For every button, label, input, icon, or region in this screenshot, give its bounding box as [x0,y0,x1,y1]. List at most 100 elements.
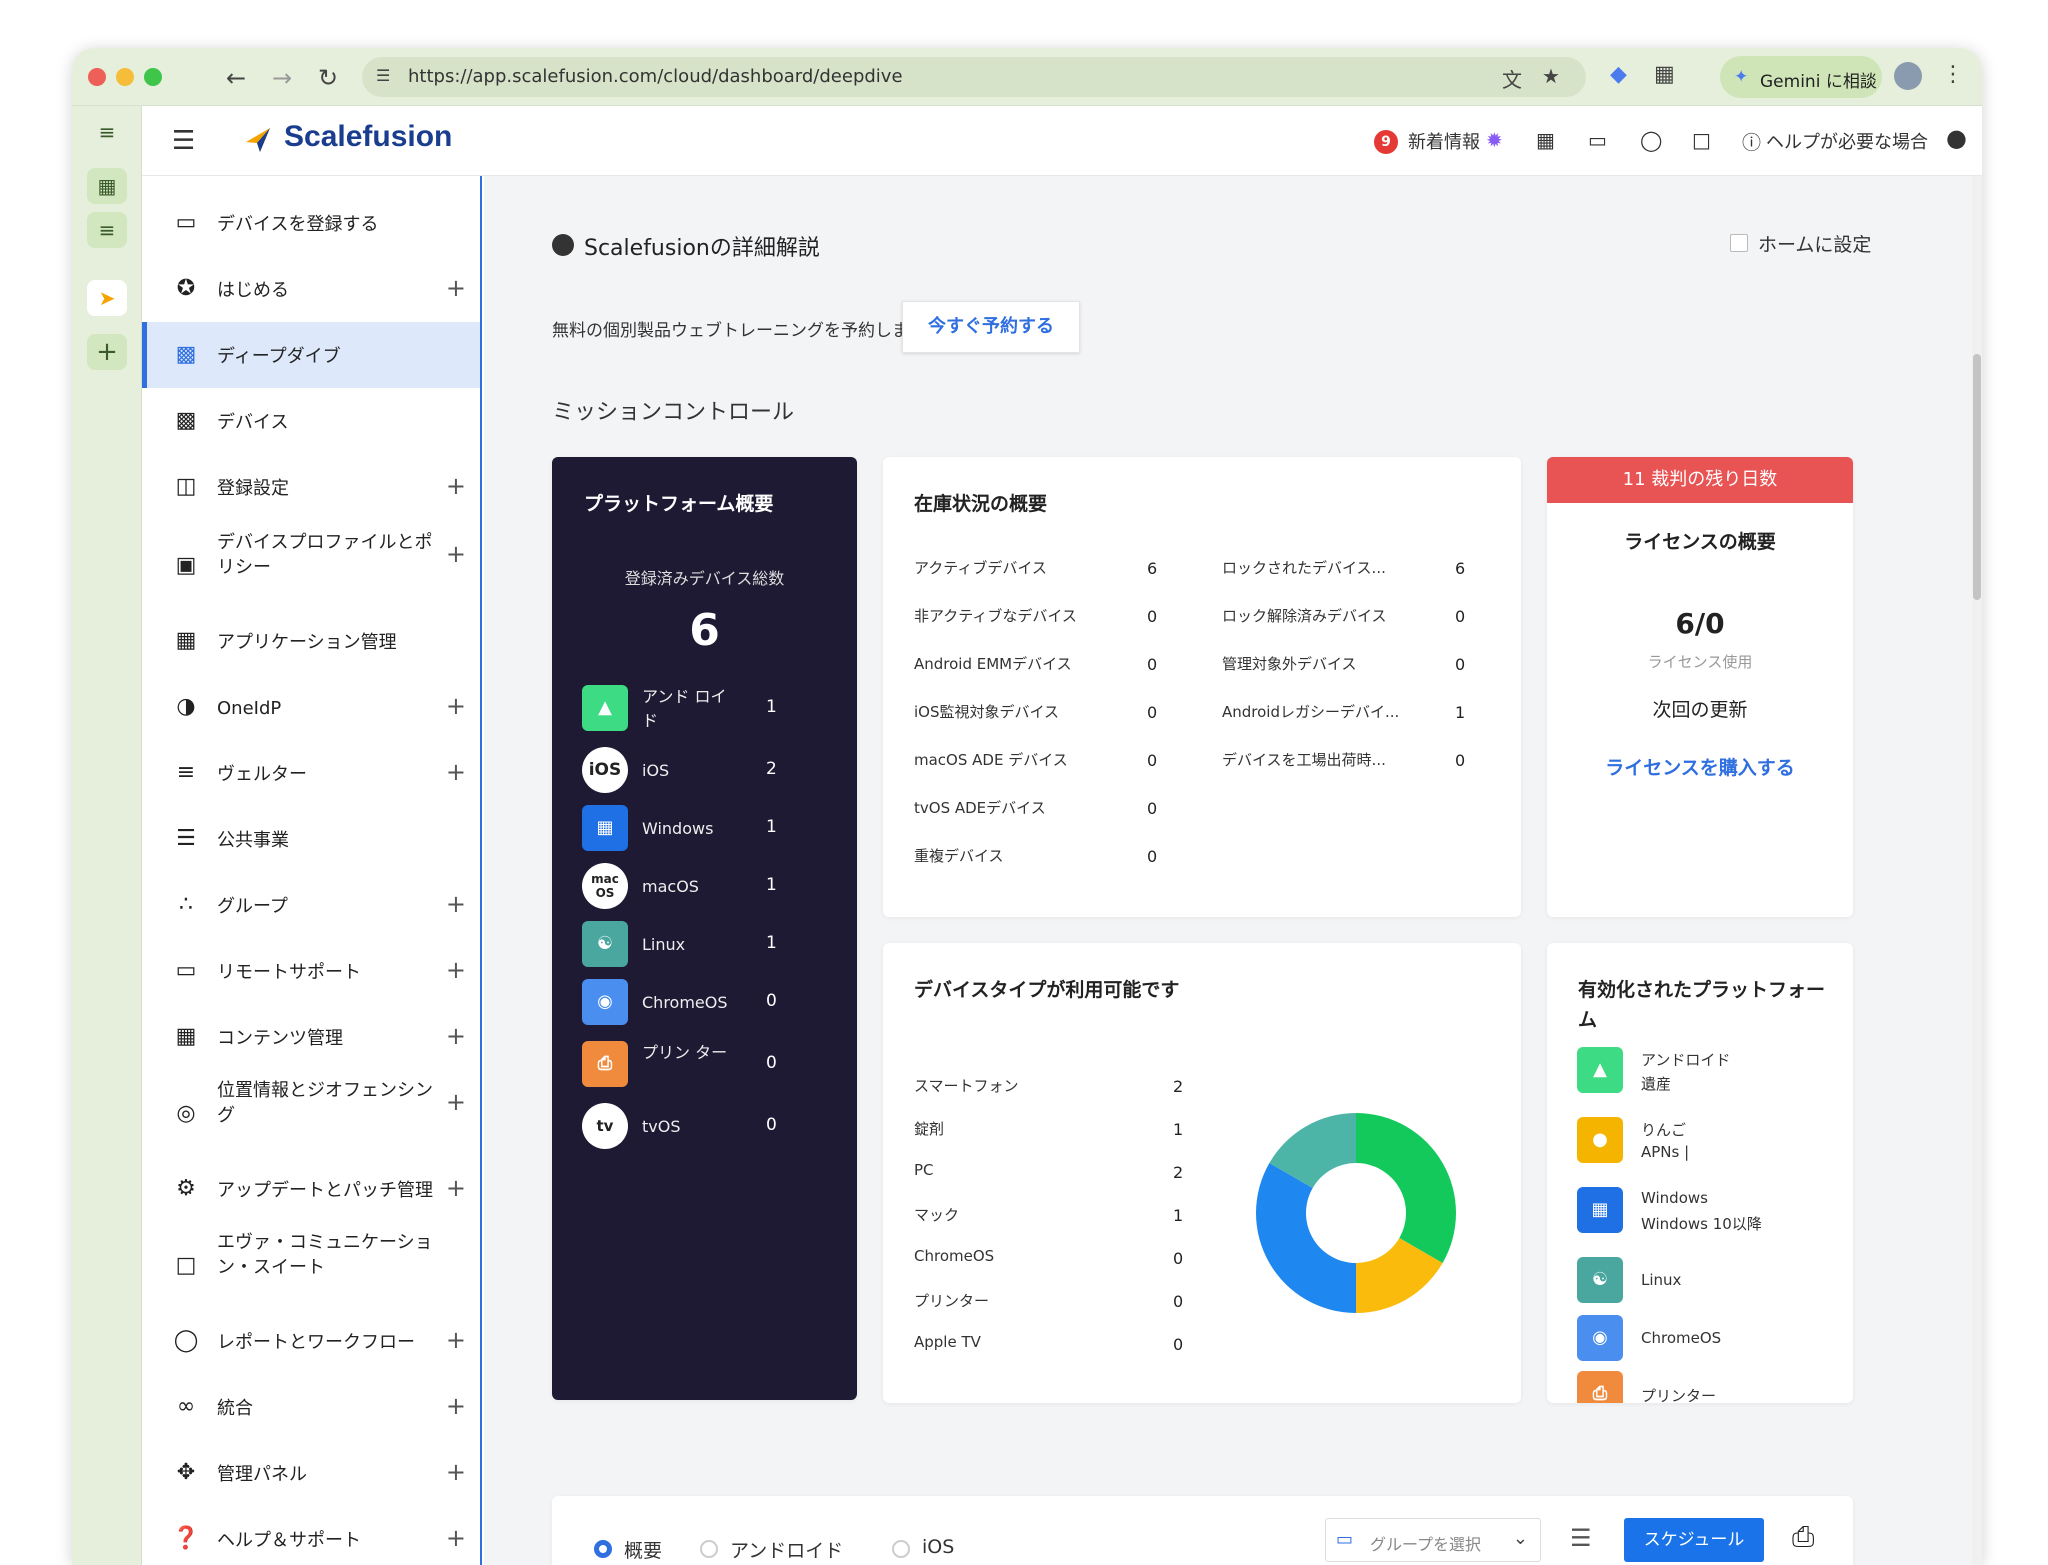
tab-overview-label[interactable]: 概要 [624,1536,662,1563]
expand-plus-icon[interactable]: + [446,692,466,720]
filter-tune-icon[interactable]: ☰ [1570,1524,1592,1552]
platform-row[interactable]: ▲ アンド ロイド 1 [582,683,832,733]
help-link[interactable]: ヘルプが必要な場合 [1766,128,1928,154]
inventory-value[interactable]: 1 [1455,703,1465,722]
inventory-value[interactable]: 6 [1147,559,1157,578]
sidebar-item-veltar[interactable]: ≡ ヴェルター + [142,740,480,806]
inventory-value[interactable]: 0 [1147,655,1157,674]
expand-plus-icon[interactable]: + [446,1326,466,1354]
sidebar-item-admin-panel[interactable]: ✥ 管理パネル + [142,1440,480,1506]
inventory-value[interactable]: 0 [1147,607,1157,626]
extensions-puzzle-icon[interactable]: ▦ [1654,62,1675,87]
sidebar-item-help-support[interactable]: ❓ ヘルプ＆サポート + [142,1506,480,1565]
gemini-button[interactable]: ✦ Gemini に相談 [1720,56,1882,98]
enabled-platform-row[interactable]: ⎙ プリンター [1577,1371,1837,1403]
expand-plus-icon[interactable]: + [446,1458,466,1486]
forward-icon[interactable]: → [268,64,296,92]
sidebar-item-deepdive[interactable]: ▩ ディープダイブ [142,322,480,388]
schedule-button[interactable]: スケジュール [1624,1518,1764,1562]
platform-row[interactable]: iOS iOS 2 [582,745,832,795]
enabled-platform-row[interactable]: ◉ ChromeOS [1577,1315,1837,1365]
expand-plus-icon[interactable]: + [446,758,466,786]
close-window-button[interactable] [88,68,106,86]
donut-slice-1[interactable] [1356,1113,1456,1263]
sidebar-item-utilities[interactable]: ☰ 公共事業 [142,806,480,872]
expand-plus-icon[interactable]: + [446,1524,466,1552]
expand-plus-icon[interactable]: + [446,956,466,984]
set-home-checkbox[interactable] [1730,234,1748,252]
extension-copilot-icon[interactable]: ◆ [1610,62,1627,87]
cast-icon[interactable]: ▭ [1588,128,1607,152]
hamburger-menu-icon[interactable]: ☰ [172,126,195,156]
expand-plus-icon[interactable]: + [446,1174,466,1202]
sidebar-item-groups[interactable]: ∴ グループ + [142,872,480,938]
sidebar-item-app-management[interactable]: ▦ アプリケーション管理 [142,608,480,674]
inventory-value[interactable]: 0 [1147,751,1157,770]
notification-badge[interactable]: 9 [1374,130,1398,154]
inventory-value[interactable]: 0 [1455,607,1465,626]
search-list-icon[interactable]: ≡ [87,212,127,248]
expand-plus-icon[interactable]: + [446,540,466,568]
tab-ios-label[interactable]: iOS [922,1536,954,1558]
reload-icon[interactable]: ↻ [314,64,342,92]
inventory-value[interactable]: 0 [1455,751,1465,770]
sidebar-item-device-profiles[interactable]: ▣ デバイスプロファイルとポリシー + [142,522,480,608]
main-scrollbar[interactable] [1972,176,1982,1565]
feedback-icon[interactable]: □ [1692,128,1711,152]
platform-row[interactable]: tv tvOS 0 [582,1101,832,1151]
tab-android-radio[interactable] [700,1540,718,1558]
profile-avatar[interactable] [1894,62,1922,90]
tab-ios-radio[interactable] [892,1540,910,1558]
whats-new-link[interactable]: 新着情報 [1408,128,1480,154]
enabled-platform-row[interactable]: ☯ Linux [1577,1257,1837,1307]
site-settings-icon[interactable]: ☰ [376,66,390,85]
sidebar-item-location-geofencing[interactable]: ◎ 位置情報とジオフェンシング + [142,1070,480,1156]
sidebar-item-updates-patch[interactable]: ⚙ アップデートとパッチ管理 + [142,1156,480,1222]
sidebar-item-enrollment-settings[interactable]: ◫ 登録設定 + [142,454,480,520]
minimize-window-button[interactable] [116,68,134,86]
help-icon[interactable]: ⓘ [1742,128,1761,155]
sidebar-item-devices[interactable]: ▩ デバイス [142,388,480,454]
expand-plus-icon[interactable]: + [446,1022,466,1050]
platform-row[interactable]: ☯ Linux 1 [582,919,832,969]
enabled-platform-row[interactable]: ▲ アンドロイド 遺産 [1577,1047,1837,1097]
tab-android-label[interactable]: アンドロイド [730,1536,843,1563]
sidebar-item-register-device[interactable]: ▭ デバイスを登録する [142,190,480,256]
address-bar[interactable]: ☰ https://app.scalefusion.com/cloud/dash… [362,57,1586,97]
sidebar-item-integrations[interactable]: ∞ 統合 + [142,1374,480,1440]
sidebar-item-remote-support[interactable]: ▭ リモートサポート + [142,938,480,1004]
url-text[interactable]: https://app.scalefusion.com/cloud/dashbo… [408,66,903,87]
inventory-value[interactable]: 0 [1147,847,1157,866]
account-icon[interactable]: ● [1946,124,1967,152]
scalefusion-app-icon[interactable]: ➤ [87,280,127,316]
expand-plus-icon[interactable]: + [446,1392,466,1420]
enabled-platform-row[interactable]: ● りんご APNs | [1577,1117,1837,1167]
enabled-platform-row[interactable]: ▦ Windows Windows 10以降 [1577,1187,1837,1237]
sidebar-item-eva-suite[interactable]: □ エヴァ・コミュニケーション・スイート [142,1222,480,1308]
platform-row[interactable]: ⎙ プリン ター 0 [582,1039,832,1089]
sidebar-item-getting-started[interactable]: ✪ はじめる + [142,256,480,322]
back-icon[interactable]: ← [222,64,250,92]
sidebar-item-content-management[interactable]: ▦ コンテンツ管理 + [142,1004,480,1070]
inventory-value[interactable]: 0 [1455,655,1465,674]
expand-plus-icon[interactable]: + [446,274,466,302]
sidebar-item-reports-workflows[interactable]: ◯ レポートとワークフロー + [142,1308,480,1374]
maximize-window-button[interactable] [144,68,162,86]
expand-plus-icon[interactable]: + [446,890,466,918]
tab-overview-radio[interactable] [594,1540,612,1558]
apps-grid-icon[interactable]: ▦ [1536,128,1555,152]
add-icon[interactable]: + [87,334,127,370]
print-icon[interactable]: ⎙ [1792,1520,1814,1554]
inventory-value[interactable]: 6 [1455,559,1465,578]
group-select[interactable]: ▭ グループを選択 ⌄ [1325,1518,1541,1562]
side-panel-toggle-icon[interactable]: ≡ [87,114,127,150]
expand-plus-icon[interactable]: + [446,1088,466,1116]
platform-row[interactable]: ◉ ChromeOS 0 [582,977,832,1027]
refresh-icon[interactable]: ◯ [1640,128,1662,152]
translate-icon[interactable]: 文 [1502,64,1522,93]
bookmark-star-icon[interactable]: ★ [1542,64,1560,88]
donut-slice-3[interactable] [1256,1163,1356,1313]
platform-row[interactable]: ▦ Windows 1 [582,803,832,853]
buy-license-link[interactable]: ライセンスを購入する [1547,753,1853,780]
browser-menu-icon[interactable]: ⋮ [1942,62,1964,87]
